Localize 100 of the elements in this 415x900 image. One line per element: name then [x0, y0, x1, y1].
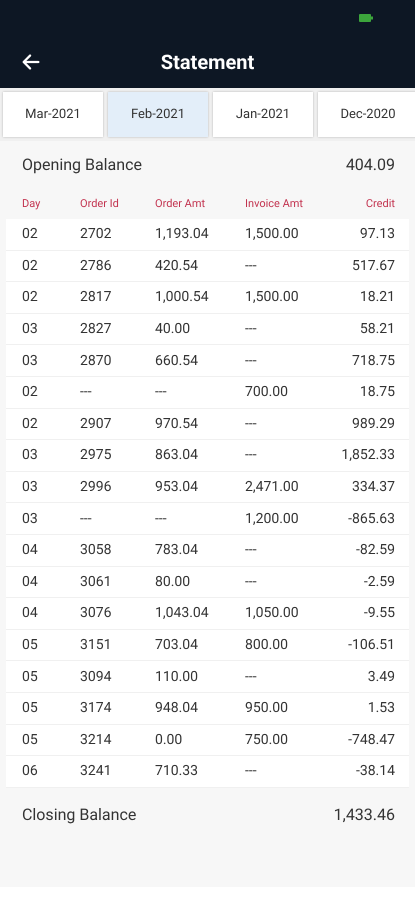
month-tab[interactable]: Mar-2021 — [3, 92, 103, 137]
table-cell-text: 58.21 — [358, 321, 395, 338]
table-cell-text: 04 — [22, 574, 39, 590]
table-cell-text: --- — [245, 542, 258, 558]
table-cell-text: 989.29 — [350, 416, 395, 432]
screen-title: Statement — [160, 50, 254, 74]
table-cell-text: --- — [155, 510, 168, 527]
table-cell-text: -9.55 — [362, 605, 395, 622]
table-cell-text: 1,000.54 — [155, 289, 210, 306]
table-cell-text: --- — [245, 447, 258, 464]
table-cell-text: 3.49 — [366, 668, 395, 685]
table-cell-text: 950.00 — [245, 700, 290, 716]
table-cell-text: --- — [155, 384, 168, 400]
table-cell-text: 710.33 — [155, 763, 200, 780]
table-cell-text: 783.04 — [155, 542, 200, 558]
closing-balance-value: 1,433.46 — [334, 805, 395, 824]
table-cell-text: -82.59 — [354, 542, 395, 558]
table-cell-text: 03 — [22, 447, 39, 464]
table-cell-text: 2817 — [80, 289, 112, 306]
table-cell-text: 2907 — [80, 416, 112, 432]
table-cell-text: 05 — [22, 668, 39, 685]
table-cell-text: 2996 — [80, 479, 112, 496]
table-cell-text: 1,200.00 — [245, 510, 300, 527]
table-cell-text: 1,050.00 — [245, 605, 300, 622]
table-cell-text: 3241 — [80, 763, 112, 780]
table-cell-text: 02 — [22, 226, 39, 242]
table-cell: 1,852.33 — [340, 447, 395, 464]
table-cell-text: 3094 — [80, 668, 112, 685]
table-cell-text: 2786 — [80, 258, 112, 274]
table-cell-text: 1,500.00 — [245, 289, 300, 306]
table-cell-text: --- — [245, 258, 258, 274]
table-cell-text: --- — [80, 384, 93, 400]
table-cell-text: 517.67 — [350, 258, 395, 274]
table-cell-text: 02 — [22, 258, 39, 274]
table-cell-text: -865.63 — [347, 510, 395, 527]
table-cell-text: 97.13 — [358, 226, 395, 242]
month-tab[interactable]: Feb-2021 — [108, 92, 208, 137]
table-cell-text: 3061 — [80, 574, 112, 590]
table-cell-text: 02 — [22, 289, 39, 306]
table-cell-text: --- — [80, 510, 93, 527]
table-cell-text: 718.75 — [350, 352, 395, 369]
table-cell-text: 750.00 — [245, 732, 290, 748]
table-cell-text: 800.00 — [245, 637, 290, 654]
table-cell-text: 40.00 — [155, 321, 192, 338]
table-cell-text: --- — [245, 574, 258, 590]
table-cell-text: 2,471.00 — [245, 479, 300, 496]
table-cell-text: 110.00 — [155, 668, 200, 685]
table-cell-text: 3214 — [80, 732, 112, 748]
table-cell-text: 03 — [22, 352, 39, 369]
table-cell-text: 1,193.04 — [155, 226, 210, 242]
table-cell-text: 80.00 — [155, 574, 192, 590]
table-cell-text: 04 — [22, 605, 39, 622]
table-cell-text: 2975 — [80, 447, 112, 464]
table-cell-text: --- — [245, 352, 258, 369]
table-cell-text: --- — [245, 668, 258, 685]
table-cell-text: 953.04 — [155, 479, 200, 496]
table-cell-text: 420.54 — [155, 258, 200, 274]
table-cell-text: 970.54 — [155, 416, 200, 432]
table-cell-text: -106.51 — [347, 637, 395, 654]
table-cell-text: 2702 — [80, 226, 112, 242]
column-header: Order Amt — [155, 196, 206, 210]
column-header: Credit — [364, 196, 395, 210]
table-cell-text: -2.59 — [362, 574, 395, 590]
table-cell-text: -38.14 — [354, 763, 395, 780]
table-cell-text: --- — [245, 763, 258, 780]
opening-balance-label: Opening Balance — [22, 154, 142, 174]
table-cell-text: 334.37 — [350, 479, 395, 496]
table-cell-text: 18.75 — [358, 384, 395, 400]
table-cell-text: 03 — [22, 321, 39, 338]
table-cell-text: 3174 — [80, 700, 112, 716]
table-cell-text: 1,500.00 — [245, 226, 300, 242]
table-cell-text: 02 — [22, 416, 39, 432]
table-cell-text: 05 — [22, 637, 39, 654]
table-cell-text: 700.00 — [245, 384, 290, 400]
table-cell-text: 18.21 — [358, 289, 395, 306]
table-cell-text: 05 — [22, 732, 39, 748]
month-tab[interactable]: Dec-2020 — [318, 92, 415, 137]
table-cell-text: 1.53 — [366, 700, 395, 716]
table-cell-text: 0.00 — [155, 732, 184, 748]
column-header: Day — [22, 196, 42, 210]
table-cell-text: --- — [245, 321, 258, 338]
opening-balance-value: 404.09 — [346, 154, 395, 174]
table-cell-text: -748.47 — [347, 732, 395, 748]
table-cell-text: 863.04 — [155, 447, 200, 464]
column-header: Order Id — [80, 196, 120, 210]
closing-balance-label: Closing Balance — [22, 805, 136, 824]
month-tab[interactable]: Jan-2021 — [213, 92, 313, 137]
battery-icon — [359, 14, 373, 22]
table-cell-text: 05 — [22, 700, 39, 716]
table-cell-text: 660.54 — [155, 352, 200, 369]
table-cell-text: 02 — [22, 384, 39, 400]
table-cell-text: 1,043.04 — [155, 605, 210, 622]
table-cell-text: 3076 — [80, 605, 112, 622]
table-cell-text: 948.04 — [155, 700, 200, 716]
table-cell-text: 04 — [22, 542, 39, 558]
table-cell-text: 703.04 — [155, 637, 200, 654]
table-cell-text: 3058 — [80, 542, 112, 558]
table-cell-text: 2870 — [80, 352, 112, 369]
table-cell-text: 06 — [22, 763, 39, 780]
table-cell-text: --- — [245, 416, 258, 432]
